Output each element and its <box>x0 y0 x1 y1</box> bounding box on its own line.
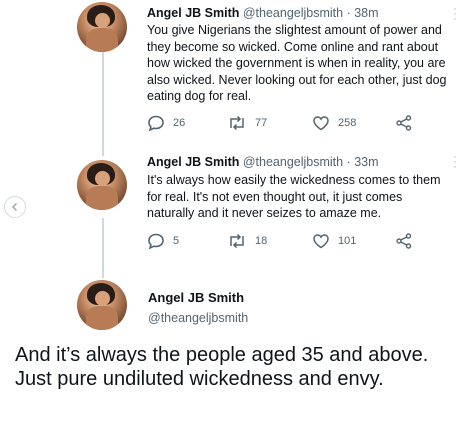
author-name[interactable]: Angel JB Smith <box>148 290 244 305</box>
avatar[interactable] <box>77 2 127 52</box>
like-button[interactable]: 258 <box>312 115 356 131</box>
tweet-time[interactable]: · 38m <box>347 6 379 20</box>
author-handle[interactable]: @theangeljbsmith <box>148 311 248 325</box>
share-icon <box>396 233 412 249</box>
more-icon[interactable]: · · · <box>452 2 458 24</box>
tweet-text: It's always how easily the wickedness co… <box>147 173 441 220</box>
author-name[interactable]: Angel JB Smith <box>147 155 239 169</box>
reply-button[interactable]: 26 <box>147 115 185 131</box>
reply-button[interactable]: 5 <box>147 233 179 249</box>
retweet-count: 77 <box>255 117 268 129</box>
heart-icon <box>313 116 329 131</box>
tweet-time[interactable]: · 33m <box>347 155 379 169</box>
retweet-icon <box>230 115 244 131</box>
share-icon <box>396 115 412 131</box>
reply-count: 26 <box>173 117 186 129</box>
like-count: 258 <box>338 117 357 129</box>
share-button[interactable] <box>395 233 413 249</box>
retweet-icon <box>230 233 244 249</box>
thread-line <box>102 218 104 278</box>
reply-icon <box>148 115 164 131</box>
more-icon[interactable]: · · · <box>452 150 458 172</box>
tweet-text: You give Nigerians the slightest amount … <box>147 23 447 103</box>
chevron-left-icon <box>12 203 17 211</box>
retweet-button[interactable]: 18 <box>227 233 267 249</box>
heart-icon <box>313 234 329 249</box>
retweet-button[interactable]: 77 <box>227 115 267 131</box>
author-handle[interactable]: @theangeljbsmith <box>243 155 343 169</box>
thread-line <box>102 44 104 156</box>
like-button[interactable]: 101 <box>312 233 356 249</box>
like-count: 101 <box>338 235 357 247</box>
retweet-count: 18 <box>255 235 268 247</box>
reply-count: 5 <box>173 235 180 247</box>
avatar[interactable] <box>77 160 127 210</box>
avatar[interactable] <box>77 280 127 330</box>
main-tweet-text: And it’s always the people aged 35 and a… <box>15 344 429 390</box>
share-button[interactable] <box>395 115 413 131</box>
previous-image-button[interactable] <box>4 196 26 218</box>
author-handle[interactable]: @theangeljbsmith <box>243 6 343 20</box>
reply-icon <box>148 233 164 249</box>
author-name[interactable]: Angel JB Smith <box>147 6 239 20</box>
